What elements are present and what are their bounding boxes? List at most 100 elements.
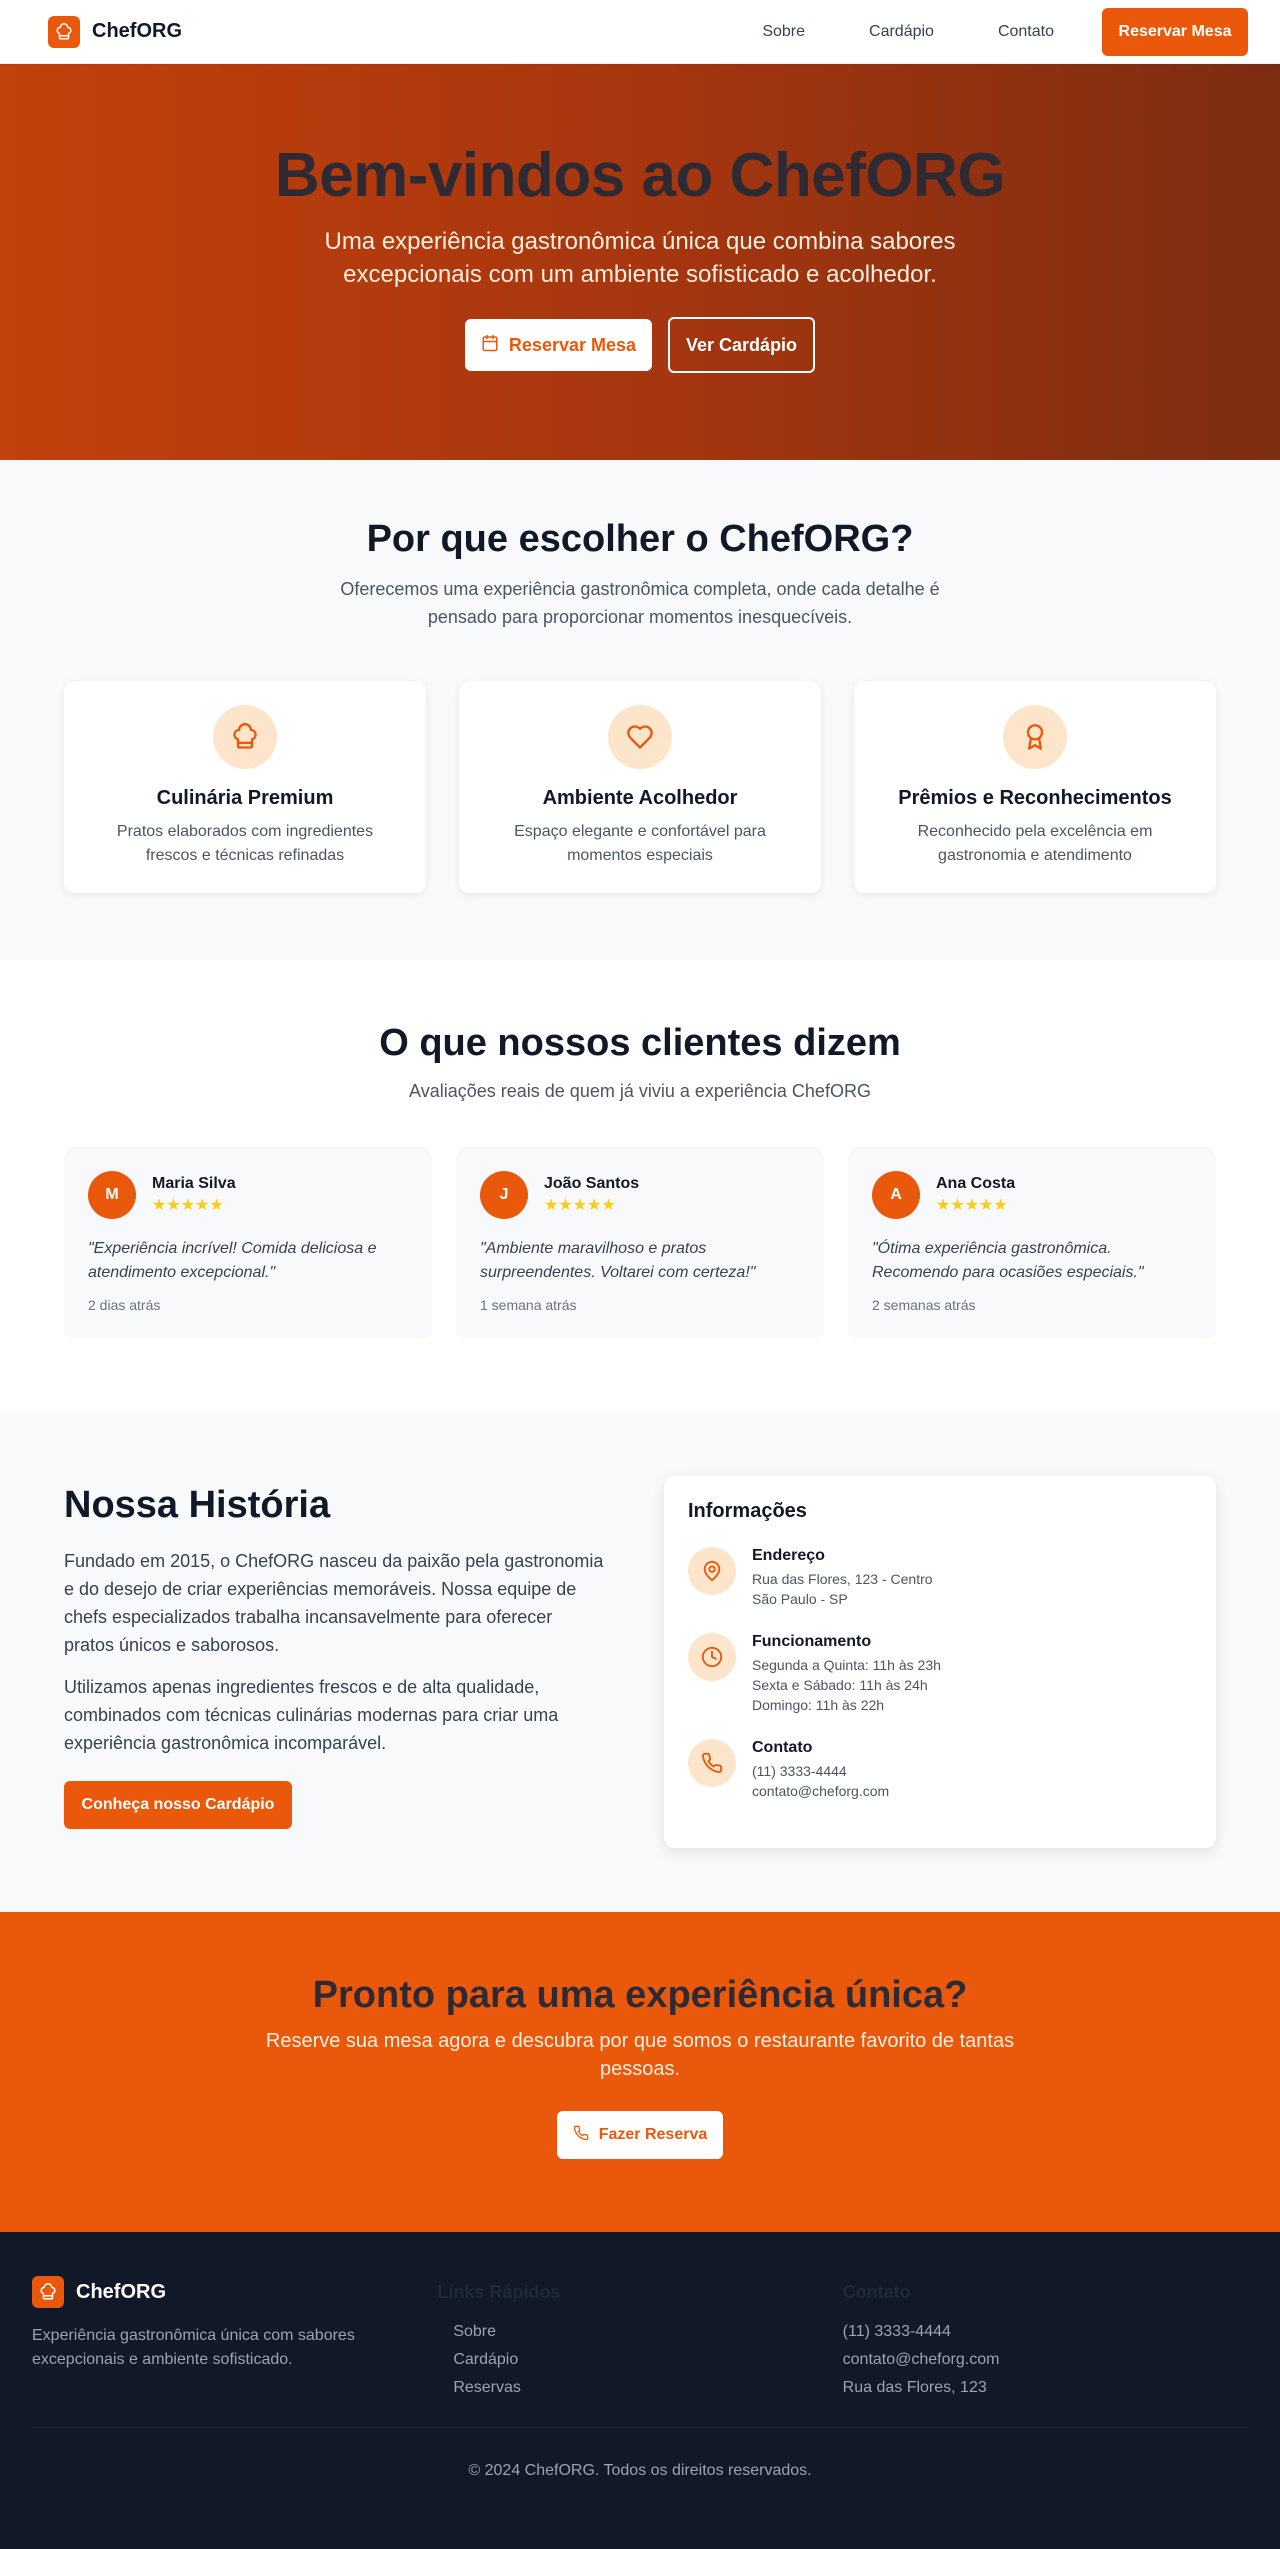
- cta-section: Pronto para uma experiência única? Reser…: [0, 1912, 1280, 2232]
- info-line: Domingo: 11h às 22h: [752, 1697, 885, 1713]
- footer-links-col: Links Rápidos Sobre Cardápio Reservas: [437, 2276, 842, 2397]
- testimonial-card: J João Santos ★★★★★ "Ambiente maravilhos…: [456, 1147, 824, 1339]
- make-reservation-button[interactable]: Fazer Reserva: [556, 2111, 724, 2159]
- cta-subtitle: Reserve sua mesa agora e descubra por qu…: [265, 2030, 1015, 2080]
- reviewer-name: João Santos: [544, 1175, 640, 1192]
- footer: ChefORG Experiência gastronômica única c…: [0, 2232, 1280, 2549]
- footer-links-heading: Links Rápidos: [437, 2282, 561, 2302]
- testimonial-time: 1 semana atrás: [480, 1297, 577, 1313]
- hero-title: Bem-vindos ao ChefORG: [274, 141, 1006, 210]
- testimonials-section: O que nossos clientes dizem Avaliações r…: [0, 960, 1280, 1412]
- testimonial-quote: "Ótima experiência gastronômica. Recomen…: [872, 1240, 1144, 1281]
- feature-title: Culinária Premium: [156, 787, 334, 809]
- info-contact: Contato (11) 3333-4444 contato@cheforg.c…: [688, 1739, 1192, 1801]
- footer-divider: [32, 2427, 1248, 2428]
- features-row: Culinária Premium Pratos elaborados com …: [0, 681, 1280, 893]
- nav-link-sobre[interactable]: Sobre: [762, 23, 805, 41]
- nav-link-contato[interactable]: Contato: [998, 23, 1054, 41]
- info-line: São Paulo - SP: [752, 1591, 848, 1607]
- feature-card: Prêmios e Reconhecimentos Reconhecido pe…: [854, 681, 1216, 893]
- hero-menu-button[interactable]: Ver Cardápio: [668, 317, 816, 373]
- footer-contact-col: Contato (11) 3333-4444 contato@cheforg.c…: [843, 2276, 1248, 2397]
- reviewer-name: Maria Silva: [152, 1175, 236, 1192]
- info-line: contato@cheforg.com: [752, 1783, 890, 1799]
- info-label: Funcionamento: [752, 1633, 872, 1650]
- star-rating: ★★★★★: [936, 1197, 1008, 1214]
- info-label: Endereço: [752, 1547, 825, 1564]
- feature-card: Ambiente Acolhedor Espaço elegante e con…: [459, 681, 821, 893]
- reserve-table-button[interactable]: Reservar Mesa: [1102, 7, 1248, 56]
- view-menu-button[interactable]: Conheça nosso Cardápio: [64, 1781, 292, 1829]
- info-hours: Funcionamento Segunda a Quinta: 11h às 2…: [688, 1633, 1192, 1715]
- nav-links: Sobre Cardápio Contato Reservar Mesa: [762, 7, 1248, 56]
- hero-buttons: Reservar Mesa Ver Cardápio: [0, 317, 1280, 373]
- footer-contact-heading: Contato: [842, 2282, 911, 2302]
- testimonial-time: 2 dias atrás: [88, 1297, 161, 1313]
- feature-card: Culinária Premium Pratos elaborados com …: [64, 681, 426, 893]
- info-line: Sexta e Sábado: 11h às 24h: [752, 1677, 928, 1693]
- footer-link-sobre[interactable]: Sobre: [437, 2323, 842, 2341]
- testimonials-row: M Maria Silva ★★★★★ "Experiência incríve…: [0, 1147, 1280, 1339]
- reviewer-name: Ana Costa: [936, 1175, 1016, 1192]
- story-section: Nossa História Fundado em 2015, o ChefOR…: [0, 1412, 1280, 1912]
- hero-section: Bem-vindos ao ChefORG Uma experiência ga…: [0, 64, 1280, 460]
- testimonial-card: M Maria Silva ★★★★★ "Experiência incríve…: [64, 1147, 432, 1339]
- story-title: Nossa História: [64, 1484, 331, 1526]
- hero-reserve-button[interactable]: Reservar Mesa: [464, 319, 653, 371]
- testimonial-card: A Ana Costa ★★★★★ "Ótima experiência gas…: [848, 1147, 1216, 1339]
- story-paragraph: Fundado em 2015, o ChefORG nasceu da pai…: [64, 1551, 604, 1655]
- testimonial-quote: "Ambiente maravilhoso e pratos surpreend…: [480, 1240, 756, 1281]
- footer-link-cardapio[interactable]: Cardápio: [437, 2351, 842, 2369]
- feature-text: Pratos elaborados com ingredientes fresc…: [116, 823, 374, 864]
- brand-name: ChefORG: [92, 20, 182, 42]
- award-icon: [1003, 705, 1067, 769]
- testimonial-quote: "Experiência incrível! Comida deliciosa …: [88, 1240, 377, 1281]
- story-paragraph: Utilizamos apenas ingredientes frescos e…: [64, 1677, 559, 1753]
- hero-subtitle: Uma experiência gastronômica única que c…: [324, 228, 956, 288]
- footer-description: Experiência gastronômica única com sabor…: [32, 2327, 355, 2368]
- feature-title: Prêmios e Reconhecimentos: [898, 787, 1172, 809]
- make-reservation-label: Fazer Reserva: [598, 2126, 708, 2143]
- nav-link-cardapio[interactable]: Cardápio: [869, 23, 934, 41]
- footer-phone: (11) 3333-4444: [842, 2323, 951, 2340]
- info-card: Informações Endereço Rua das Flores, 123…: [664, 1476, 1216, 1848]
- footer-brand-col: ChefORG Experiência gastronômica única c…: [32, 2276, 437, 2397]
- phone-icon: [688, 1739, 736, 1787]
- calendar-icon: [481, 334, 499, 357]
- avatar: A: [872, 1171, 920, 1219]
- info-address: Endereço Rua das Flores, 123 - Centro Sã…: [688, 1547, 1192, 1609]
- chef-hat-icon: [48, 15, 80, 48]
- clock-icon: [688, 1633, 736, 1681]
- feature-title: Ambiente Acolhedor: [542, 787, 738, 809]
- info-line: Segunda a Quinta: 11h às 23h: [752, 1657, 941, 1673]
- info-label: Contato: [752, 1739, 813, 1756]
- why-subtitle: Oferecemos uma experiência gastronômica …: [340, 579, 940, 627]
- info-line: (11) 3333-4444: [752, 1763, 847, 1779]
- footer-copyright: © 2024 ChefORG. Todos os direitos reserv…: [468, 2462, 812, 2479]
- avatar: M: [88, 1171, 136, 1219]
- star-rating: ★★★★★: [152, 1197, 224, 1214]
- top-navbar: ChefORG Sobre Cardápio Contato Reservar …: [0, 0, 1280, 64]
- heart-icon: [608, 705, 672, 769]
- feature-text: Espaço elegante e confortável para momen…: [514, 823, 766, 864]
- cta-title: Pronto para uma experiência única?: [312, 1974, 968, 2016]
- footer-brand-name: ChefORG: [76, 2280, 166, 2303]
- chef-hat-icon: [213, 705, 277, 769]
- why-title: Por que escolher o ChefORG?: [366, 518, 914, 560]
- chef-hat-icon: [32, 2276, 64, 2308]
- brand[interactable]: ChefORG: [48, 15, 182, 48]
- footer-link-reservas[interactable]: Reservas: [437, 2379, 842, 2397]
- star-rating: ★★★★★: [544, 1197, 616, 1214]
- feature-text: Reconhecido pela excelência em gastronom…: [917, 823, 1153, 864]
- phone-icon: [573, 2125, 589, 2146]
- footer-address: Rua das Flores, 123: [842, 2379, 987, 2396]
- hero-reserve-label: Reservar Mesa: [508, 334, 637, 355]
- info-title: Informações: [688, 1500, 807, 1522]
- testimonials-title: O que nossos clientes dizem: [379, 1022, 901, 1064]
- testimonial-time: 2 semanas atrás: [872, 1297, 976, 1313]
- footer-email: contato@cheforg.com: [842, 2351, 1000, 2368]
- testimonials-subtitle: Avaliações reais de quem já viviu a expe…: [409, 1081, 871, 1101]
- story-content: Nossa História Fundado em 2015, o ChefOR…: [64, 1476, 604, 1912]
- info-line: Rua das Flores, 123 - Centro: [752, 1571, 933, 1587]
- why-section: Por que escolher o ChefORG? Oferecemos u…: [0, 460, 1280, 960]
